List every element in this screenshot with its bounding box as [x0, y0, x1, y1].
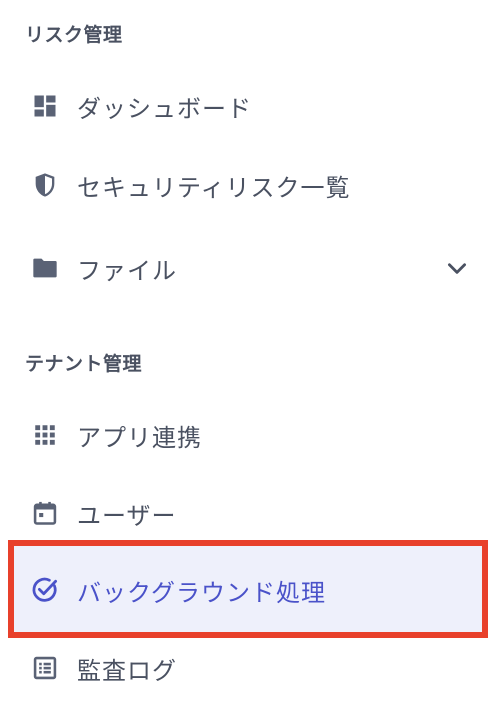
- chevron-down-icon[interactable]: [442, 253, 472, 283]
- grid-icon: [30, 420, 60, 450]
- nav-item-files[interactable]: ファイル: [12, 230, 484, 306]
- nav-item-label: バックグラウンド処理: [77, 578, 327, 607]
- nav-item-label: 監査ログ: [77, 656, 177, 685]
- nav-item-background-jobs[interactable]: バックグラウンド処理: [12, 552, 484, 628]
- nav-item-dashboard[interactable]: ダッシュボード: [12, 68, 484, 144]
- nav-item-label: セキュリティリスク一覧: [77, 173, 351, 202]
- shield-icon: [30, 170, 60, 200]
- section-title-risk: リスク管理: [25, 24, 123, 46]
- nav-item-label: ユーザー: [77, 501, 177, 530]
- nav-item-app-integration[interactable]: アプリ連携: [12, 397, 484, 473]
- nav-item-security-risks[interactable]: セキュリティリスク一覧: [12, 147, 484, 223]
- nav-item-label: ダッシュボード: [77, 94, 252, 123]
- nav-item-users[interactable]: ユーザー: [12, 475, 484, 551]
- calendar-icon: [30, 498, 60, 528]
- folder-icon: [30, 253, 60, 283]
- list-icon: [30, 653, 60, 683]
- section-title-tenant: テナント管理: [25, 353, 143, 375]
- dashboard-icon: [30, 91, 60, 121]
- check-circle-icon: [30, 575, 60, 605]
- nav-item-label: アプリ連携: [77, 423, 202, 452]
- nav-item-audit-log[interactable]: 監査ログ: [12, 630, 484, 706]
- nav-item-label: ファイル: [77, 256, 177, 285]
- sidebar-nav: リスク管理 ダッシュボード セキュリティリスク一覧 ファイル テナント管理 アプ…: [0, 0, 496, 726]
